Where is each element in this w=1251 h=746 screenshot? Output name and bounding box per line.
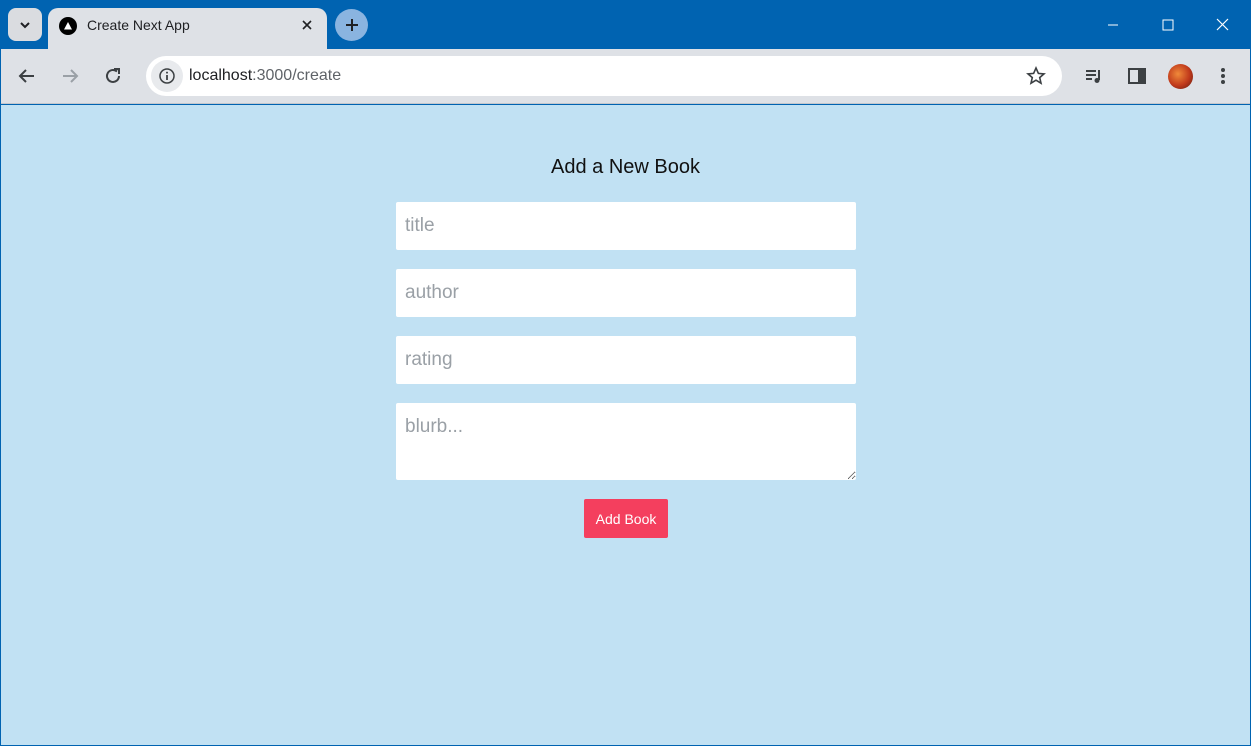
active-tab[interactable]: Create Next App (48, 8, 327, 49)
chevron-down-icon (20, 21, 30, 28)
more-vertical-icon (1221, 68, 1225, 84)
side-panel-icon (1128, 68, 1146, 84)
rating-input[interactable] (396, 336, 856, 384)
arrow-left-icon (18, 69, 34, 83)
back-button[interactable] (12, 61, 42, 91)
address-bar[interactable]: localhost:3000/create (146, 56, 1062, 96)
maximize-icon (1162, 19, 1173, 30)
side-panel-button[interactable] (1124, 63, 1150, 89)
tab-close-button[interactable] (297, 15, 317, 35)
playlist-music-icon (1086, 70, 1100, 83)
add-book-button[interactable]: Add Book (584, 499, 668, 538)
reload-icon (106, 68, 120, 83)
new-tab-button[interactable] (335, 9, 368, 41)
info-icon (159, 68, 175, 84)
plus-icon (345, 19, 358, 31)
star-icon (1026, 66, 1046, 85)
bookmark-star-button[interactable] (1024, 64, 1048, 88)
page-content: Add a New Book Add Book (1, 105, 1250, 745)
tab-title: Create Next App (87, 17, 190, 33)
close-icon (1216, 18, 1229, 31)
forward-button[interactable] (55, 61, 85, 91)
close-icon (302, 20, 312, 30)
profile-avatar[interactable] (1168, 64, 1193, 89)
author-input[interactable] (396, 269, 856, 317)
title-bar: Create Next App (0, 0, 1251, 49)
minimize-icon (1107, 24, 1118, 25)
site-info-button[interactable] (151, 60, 183, 92)
reload-button[interactable] (98, 61, 128, 91)
blurb-textarea[interactable] (396, 403, 856, 480)
close-window-button[interactable] (1195, 0, 1250, 49)
url-host: localhost (189, 67, 253, 84)
url-text: localhost:3000/create (189, 67, 341, 85)
media-controls-button[interactable] (1081, 63, 1107, 89)
maximize-button[interactable] (1140, 0, 1195, 49)
arrow-right-icon (63, 69, 79, 83)
url-path: :3000/create (252, 67, 342, 84)
browser-toolbar: localhost:3000/create (0, 49, 1251, 104)
tab-search-button[interactable] (8, 8, 42, 41)
menu-button[interactable] (1210, 63, 1236, 89)
nextjs-favicon-icon (59, 17, 77, 35)
title-input[interactable] (396, 202, 856, 250)
minimize-button[interactable] (1085, 0, 1140, 49)
form-heading: Add a New Book (551, 156, 700, 178)
